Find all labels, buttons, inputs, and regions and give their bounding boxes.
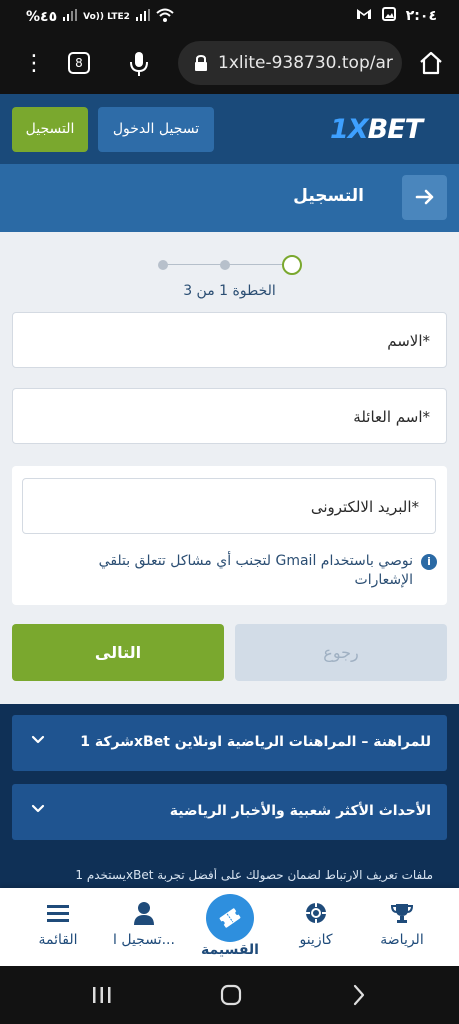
register-button[interactable]: التسجيل (12, 107, 88, 152)
status-right: ٢:٠٤ (356, 7, 437, 25)
status-bar: %٤٥ Vo)) LTE2 ٢:٠٤ (0, 0, 459, 34)
tab-switcher-button[interactable]: 8 (68, 52, 90, 74)
nav-login-label: تسجيل ا... (113, 932, 175, 948)
wifi-icon (156, 8, 174, 26)
registration-form: الخطوة 1 من 3 الاسم* اسم العائلة* البريد… (0, 232, 459, 704)
back-arrow-button[interactable] (402, 175, 447, 220)
trophy-icon (358, 900, 446, 926)
chevron-down-icon (30, 732, 46, 748)
signal-icon-2 (135, 9, 150, 25)
gmail-icon (356, 8, 372, 24)
nav-menu-label: القائمة (38, 932, 78, 948)
registration-title-bar: التسجيل (0, 164, 459, 232)
address-bar[interactable]: 1xlite-938730.top/ar (178, 41, 402, 85)
nav-coupon-label: القسيمة (201, 942, 259, 958)
recent-apps-icon[interactable] (92, 986, 112, 1008)
hamburger-icon (14, 900, 102, 926)
first-name-field[interactable]: الاسم* (12, 312, 447, 368)
status-left: %٤٥ Vo)) LTE2 (26, 8, 174, 26)
nav-login[interactable]: تسجيل ا... (100, 900, 188, 948)
login-button[interactable]: تسجيل الدخول (98, 107, 214, 152)
nav-sports-label: الرياضة (380, 932, 424, 948)
page-title: التسجيل (293, 186, 364, 206)
first-name-placeholder: الاسم* (387, 332, 430, 350)
microphone-icon[interactable] (128, 50, 150, 78)
nav-casino[interactable]: كازينو (272, 900, 360, 948)
signal-icon (63, 9, 78, 25)
casino-chip-icon (272, 900, 360, 926)
accordion-events[interactable]: الأحداث الأكثر شعبية والأخبار الرياضية (12, 784, 447, 840)
step-indicator (158, 254, 302, 276)
step-dot-current (282, 255, 302, 275)
nav-menu[interactable]: القائمة (14, 900, 102, 948)
system-navigation (0, 966, 459, 1024)
step-dot-3 (158, 260, 168, 270)
email-field[interactable]: البريد الالكترونى* (22, 478, 436, 534)
step-dot-2 (220, 260, 230, 270)
more-menu-icon[interactable]: ⋮ (22, 50, 46, 78)
network-type: Vo)) LTE2 (83, 11, 130, 22)
gallery-icon (381, 7, 396, 25)
accordion-about-title: شركة 1xBet للمراهنة – المراهنات الرياضية… (80, 734, 431, 750)
url-text: 1xlite-938730.top/ar (218, 53, 393, 73)
back-button[interactable]: رجوع (235, 624, 447, 681)
home-button-icon[interactable] (220, 984, 242, 1010)
browser-toolbar: ⋮ 8 1xlite-938730.top/ar (0, 34, 459, 94)
user-icon (100, 900, 188, 926)
nav-sports[interactable]: الرياضة (358, 900, 446, 948)
site-header: التسجيل تسجيل الدخول 1XBET (0, 94, 459, 164)
last-name-field[interactable]: اسم العائلة* (12, 388, 447, 444)
nav-casino-label: كازينو (299, 932, 333, 948)
accordion-events-title: الأحداث الأكثر شعبية والأخبار الرياضية (169, 803, 431, 819)
info-icon: i (421, 554, 437, 570)
email-section: البريد الالكترونى* i نوصي باستخدام Gmail… (12, 466, 447, 605)
clock: ٢:٠٤ (405, 8, 437, 24)
accordion-about[interactable]: شركة 1xBet للمراهنة – المراهنات الرياضية… (12, 715, 447, 771)
lock-icon (194, 54, 208, 71)
logo[interactable]: 1XBET (330, 114, 423, 145)
coupon-button[interactable] (206, 894, 254, 942)
step-text: الخطوة 1 من 3 (183, 283, 276, 299)
email-placeholder: البريد الالكترونى* (310, 498, 419, 516)
chevron-down-icon (30, 801, 46, 817)
cookie-notice: يستخدم 1xBet ملفات تعريف الارتباط لضمان … (75, 868, 433, 882)
back-nav-icon[interactable] (352, 984, 366, 1010)
last-name-placeholder: اسم العائلة* (353, 408, 430, 426)
bottom-navigation: الرياضة كازينو القسيمة تسجيل ا... القائم… (0, 888, 459, 966)
email-hint: نوصي باستخدام Gmail لتجنب أي مشاكل تتعلق… (98, 553, 413, 588)
home-icon[interactable] (418, 50, 444, 76)
ticket-icon (219, 908, 241, 928)
next-button[interactable]: التالى (12, 624, 224, 681)
battery-percent: %٤٥ (26, 9, 58, 25)
